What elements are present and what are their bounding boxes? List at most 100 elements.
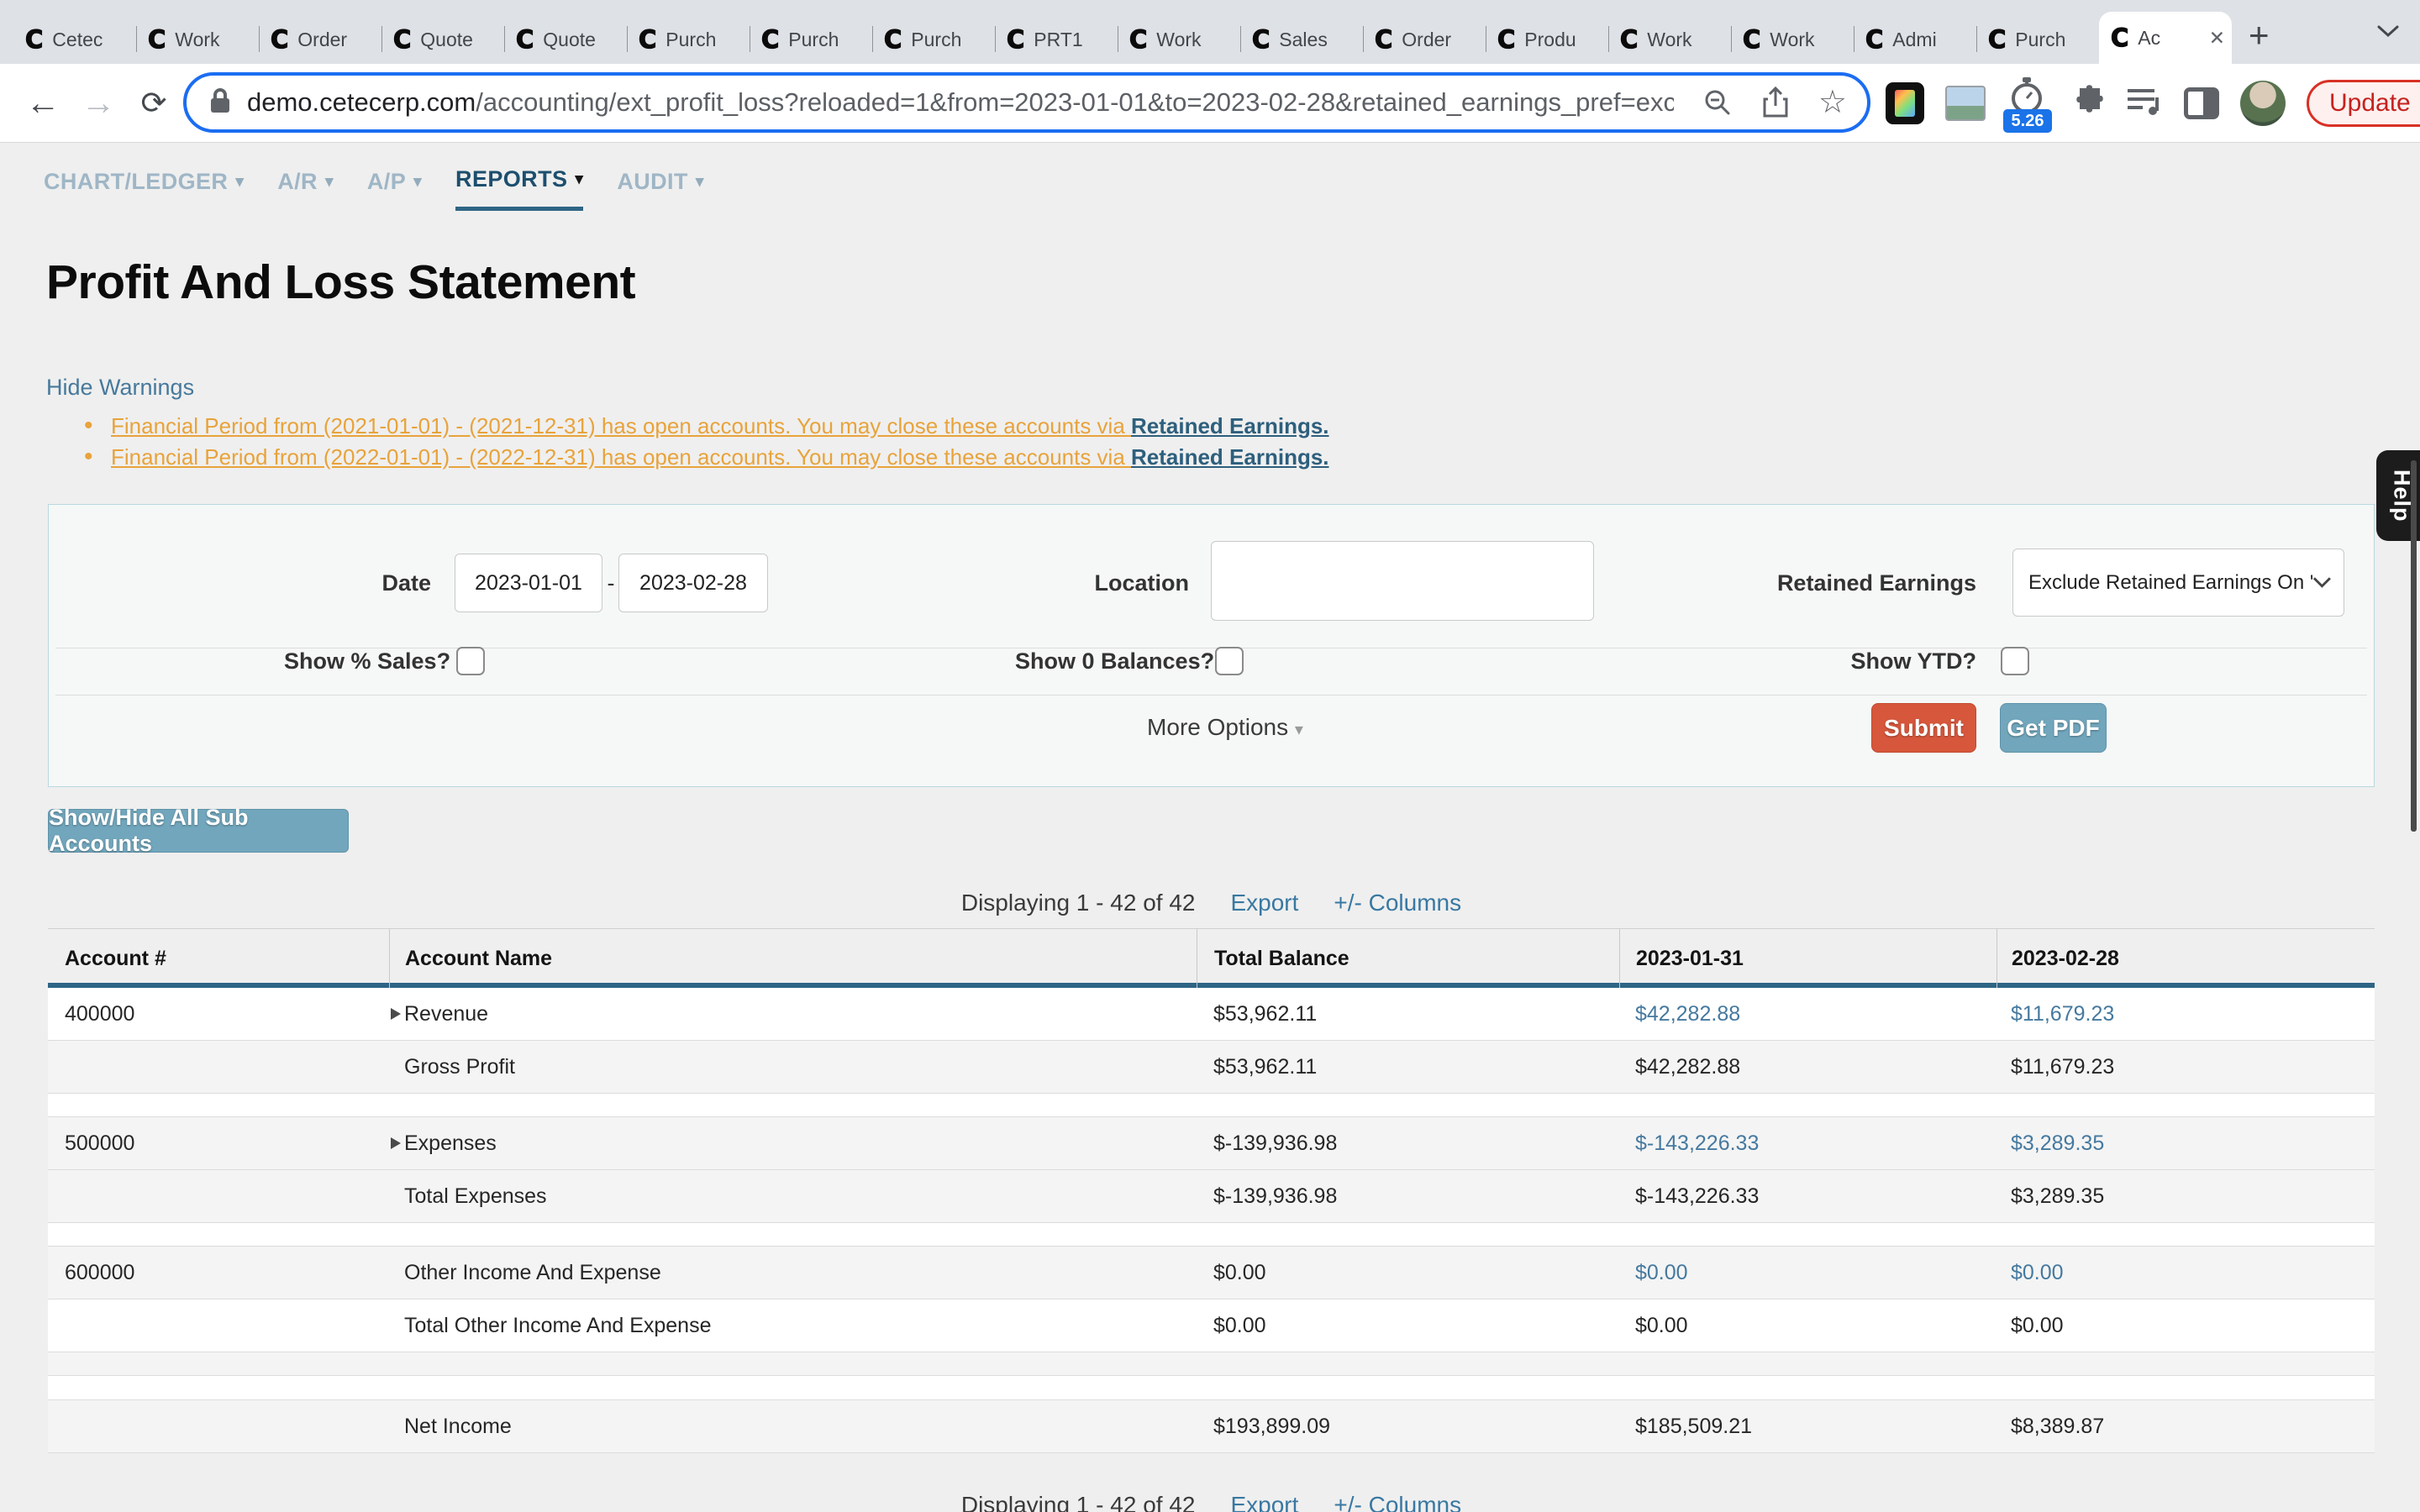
nav-audit[interactable]: AUDIT▾ [617, 166, 703, 211]
playlist-extension-icon[interactable] [2126, 84, 2163, 122]
browser-tab[interactable]: CCetec [13, 15, 136, 64]
plus-minus-columns-link[interactable]: +/- Columns [1334, 1491, 1461, 1512]
tab-label: Purch [911, 29, 988, 51]
location-input[interactable] [1211, 541, 1594, 621]
cetec-favicon: C [761, 25, 779, 54]
cetec-favicon: C [1620, 25, 1638, 54]
browser-tab[interactable]: CWork [1731, 15, 1854, 64]
table-row-gross-profit: Gross Profit $53,962.11 $42,282.88 $11,6… [48, 1041, 2375, 1094]
browser-tab[interactable]: CWork [1608, 15, 1731, 64]
show-sales-checkbox[interactable] [456, 647, 485, 675]
browser-tab[interactable]: CQuote [504, 15, 627, 64]
header-period-2[interactable]: 2023-02-28 [1996, 929, 2375, 988]
date-from-input[interactable]: 2023-01-01 [455, 554, 602, 612]
date-to-input[interactable]: 2023-02-28 [618, 554, 768, 612]
retained-earnings-select[interactable]: Exclude Retained Earnings On 'A [2012, 549, 2344, 617]
profile-avatar[interactable] [2240, 81, 2286, 126]
cell-period-2-link[interactable]: $0.00 [1996, 1261, 2375, 1285]
nav-label: REPORTS [455, 166, 567, 192]
browser-tab[interactable]: CAdmi [1854, 15, 1976, 64]
cetec-favicon: C [148, 25, 166, 54]
header-account-number[interactable]: Account # [48, 929, 389, 988]
cell-period-1-link[interactable]: $0.00 [1619, 1261, 1996, 1285]
warning-text-link[interactable]: Financial Period from (2022-01-01) - (20… [111, 444, 1131, 470]
cell-total-balance: $-139,936.98 [1197, 1131, 1619, 1156]
cell-account-name: Revenue [389, 1002, 1197, 1026]
tab-label: Work [1770, 29, 1847, 51]
header-account-name[interactable]: Account Name [389, 929, 1197, 988]
plus-minus-columns-link[interactable]: +/- Columns [1334, 889, 1461, 917]
extensions-row: 5.26 Update [1886, 64, 2420, 142]
url-domain: demo.cetecerp.com [247, 87, 476, 117]
browser-tab[interactable]: C Work [136, 15, 259, 64]
browser-tab[interactable]: CPurch [750, 15, 872, 64]
expand-triangle-icon[interactable] [391, 1137, 401, 1149]
share-icon[interactable] [1761, 86, 1790, 119]
header-total-balance[interactable]: Total Balance [1197, 929, 1619, 988]
browser-tab[interactable]: COrder [1363, 15, 1486, 64]
more-options-link[interactable]: More Options ▾ [1099, 714, 1351, 741]
export-link[interactable]: Export [1230, 889, 1298, 917]
nav-reports[interactable]: REPORTS▾ [455, 166, 583, 211]
cetec-favicon: C [639, 25, 656, 54]
show-hide-subaccounts-button[interactable]: Show/Hide All Sub Accounts [48, 809, 349, 853]
get-pdf-button[interactable]: Get PDF [2000, 703, 2107, 753]
show-zero-checkbox[interactable] [1215, 647, 1244, 675]
bookmark-star-icon[interactable]: ☆ [1818, 87, 1847, 118]
update-browser-button[interactable]: Update [2307, 80, 2420, 127]
cell-account-number: 500000 [48, 1131, 389, 1156]
browser-tab[interactable]: CPurch [627, 15, 750, 64]
timer-extension-icon[interactable]: 5.26 [2007, 64, 2049, 142]
list-info-top: Displaying 1 - 42 of 42 Export +/- Colum… [48, 889, 2375, 917]
forward-button[interactable]: → [74, 64, 123, 142]
cell-period-1: $0.00 [1619, 1314, 1996, 1338]
scrollbar-thumb[interactable] [2411, 460, 2417, 832]
cetec-favicon: C [1865, 25, 1883, 54]
cell-account-name: Expenses [389, 1131, 1197, 1156]
expand-triangle-icon[interactable] [391, 1008, 401, 1020]
nav-ap[interactable]: A/P▾ [367, 166, 422, 211]
screenshot-extension-icon[interactable] [1945, 86, 1986, 121]
tab-label: Order [297, 29, 375, 51]
retained-earnings-link[interactable]: Retained Earnings. [1131, 413, 1329, 438]
tab-strip-chevron-icon[interactable] [2376, 24, 2400, 43]
back-button[interactable]: ← [18, 64, 67, 142]
tab-close-icon[interactable]: ✕ [2209, 27, 2225, 50]
warning-text-link[interactable]: Financial Period from (2021-01-01) - (20… [111, 413, 1131, 438]
retained-earnings-link[interactable]: Retained Earnings. [1131, 444, 1329, 470]
side-panel-icon[interactable] [2184, 87, 2219, 119]
browser-tab[interactable]: CWork [1118, 15, 1240, 64]
browser-tab[interactable]: CPRT1 [995, 15, 1118, 64]
cell-period-2-link[interactable]: $3,289.35 [1996, 1131, 2375, 1156]
displaying-count: Displaying 1 - 42 of 42 [961, 889, 1196, 917]
browser-tab[interactable]: CPurch [872, 15, 995, 64]
address-bar[interactable]: demo.cetecerp.com/accounting/ext_profit_… [183, 72, 1870, 133]
cell-account-number: 400000 [48, 1002, 389, 1026]
tab-label: Work [175, 29, 252, 51]
cell-period-1-link[interactable]: $42,282.88 [1619, 1002, 1996, 1026]
export-link[interactable]: Export [1230, 1491, 1298, 1512]
cell-period-2-link[interactable]: $11,679.23 [1996, 1002, 2375, 1026]
browser-tab[interactable]: CPurch [1976, 15, 2099, 64]
nav-ar[interactable]: A/R▾ [277, 166, 334, 211]
cetec-favicon: C [1252, 25, 1270, 54]
cell-period-1: $185,509.21 [1619, 1415, 1996, 1439]
browser-tab-active[interactable]: C Ac ✕ [2099, 12, 2232, 64]
browser-tab[interactable]: CQuote [381, 15, 504, 64]
header-period-1[interactable]: 2023-01-31 [1619, 929, 1996, 988]
browser-tab[interactable]: CSales [1240, 15, 1363, 64]
new-tab-button[interactable]: + [2232, 12, 2270, 64]
zoom-out-icon[interactable] [1702, 87, 1733, 118]
document-extension-icon[interactable] [1886, 82, 1924, 124]
browser-tab[interactable]: COrder [259, 15, 381, 64]
nav-chart-ledger[interactable]: CHART/LEDGER▾ [44, 166, 244, 211]
reload-button[interactable]: ⟳ [129, 64, 178, 142]
submit-button[interactable]: Submit [1871, 703, 1976, 753]
hide-warnings-link[interactable]: Hide Warnings [46, 375, 194, 401]
tab-label: Quote [420, 29, 497, 51]
tab-label: Purch [2015, 29, 2092, 51]
show-ytd-checkbox[interactable] [2001, 647, 2029, 675]
extensions-puzzle-icon[interactable] [2070, 83, 2105, 123]
cell-period-1-link[interactable]: $-143,226.33 [1619, 1131, 1996, 1156]
browser-tab[interactable]: CProdu [1486, 15, 1608, 64]
